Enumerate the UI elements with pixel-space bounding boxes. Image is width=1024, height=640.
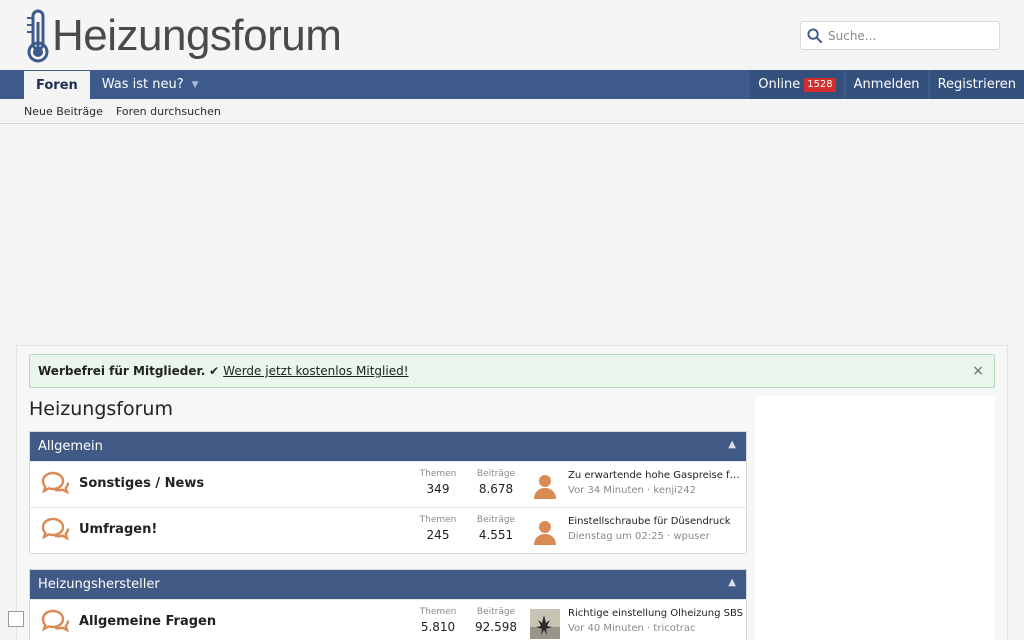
ad-space (0, 124, 1024, 344)
online-link[interactable]: Online 1528 (750, 70, 844, 99)
speech-bubbles-icon (41, 609, 70, 633)
category-block-heizungshersteller: Heizungshersteller ▲ Allgemeine Fragen T… (29, 569, 747, 640)
sub-nav: Neue Beiträge Foren durchsuchen (0, 99, 1024, 124)
broken-image-icon (8, 611, 24, 627)
tab-foren[interactable]: Foren (24, 71, 90, 99)
check-icon: ✔ (209, 364, 220, 378)
nav-account: Online 1528 Anmelden Registrieren (748, 70, 1024, 99)
online-label: Online (758, 77, 801, 92)
notice-signup-link[interactable]: Werde jetzt kostenlos Mitglied! (223, 364, 408, 378)
last-post-meta: Dienstag um 02:25 · wpuser (568, 531, 710, 542)
search-icon[interactable] (807, 28, 822, 43)
stat-posts-value: 92.598 (475, 620, 517, 634)
notice-bold-text: Werbefrei für Mitglieder. (38, 364, 206, 378)
user-avatar-photo[interactable] (530, 609, 560, 639)
subnav-new-posts[interactable]: Neue Beiträge (24, 105, 103, 118)
speech-bubbles-icon (41, 471, 70, 495)
register-label: Registrieren (937, 77, 1016, 92)
category-block-allgemein: Allgemein ▲ Sonstiges / News Themen 349 … (29, 431, 747, 554)
stat-posts-label: Beiträge (476, 469, 516, 479)
chevron-down-icon[interactable]: ▼ (192, 80, 199, 90)
stat-posts: Beiträge 4.551 (466, 515, 526, 542)
search-input[interactable] (828, 28, 988, 43)
chevron-up-icon[interactable]: ▲ (728, 439, 736, 450)
category-header[interactable]: Allgemein ▲ (30, 432, 746, 461)
thermometer-icon (27, 9, 49, 63)
subnav-search-forums[interactable]: Foren durchsuchen (116, 105, 221, 118)
online-count-badge: 1528 (804, 77, 836, 92)
stat-threads-value: 5.810 (420, 620, 456, 634)
forum-row: Allgemeine Fragen Themen 5.810 Beiträge … (30, 599, 746, 640)
chevron-up-icon[interactable]: ▲ (728, 577, 736, 588)
page-title: Heizungsforum (29, 398, 173, 420)
tab-was-ist-neu[interactable]: Was ist neu? ▼ (90, 70, 211, 99)
stat-posts-value: 8.678 (478, 482, 514, 496)
login-link[interactable]: Anmelden (845, 70, 928, 99)
site-header: Heizungsforum (0, 0, 1024, 70)
category-header[interactable]: Heizungshersteller ▲ (30, 570, 746, 599)
last-post-thread-link[interactable]: Zu erwartende hohe Gaspreise für... (568, 470, 744, 481)
stat-threads-label: Themen (419, 469, 457, 479)
site-logo[interactable]: Heizungsforum (25, 8, 342, 64)
stat-threads-value: 349 (426, 482, 450, 496)
sidebar-ad (755, 396, 995, 640)
stat-posts-label: Beiträge (476, 607, 516, 617)
main-nav: Foren Was ist neu? ▼ Online 1528 Anmelde… (0, 70, 1024, 99)
stat-threads: Themen 245 (408, 515, 468, 542)
membership-notice: Werbefrei für Mitglieder. ✔ Werde jetzt … (29, 354, 995, 388)
stat-threads: Themen 5.810 (408, 607, 468, 634)
user-avatar-icon[interactable] (530, 517, 560, 547)
stat-threads-label: Themen (419, 607, 457, 617)
category-title: Allgemein (38, 439, 103, 454)
category-title: Heizungshersteller (38, 577, 160, 592)
forum-title-link[interactable]: Sonstiges / News (79, 476, 204, 491)
register-link[interactable]: Registrieren (929, 70, 1024, 99)
last-post: Richtige einstellung Ölheizung SBS Vor 4… (568, 608, 744, 634)
stat-posts: Beiträge 92.598 (466, 607, 526, 634)
stat-posts-value: 4.551 (478, 528, 514, 542)
forum-row: Umfragen! Themen 245 Beiträge 4.551 Eins… (30, 507, 746, 553)
user-avatar-icon[interactable] (530, 471, 560, 501)
close-icon[interactable]: × (972, 363, 984, 379)
last-post-thread-link[interactable]: Richtige einstellung Ölheizung SBS (568, 608, 744, 619)
forum-title-link[interactable]: Allgemeine Fragen (79, 614, 216, 629)
last-post-thread-link[interactable]: Einstellschraube für Düsendruck (568, 516, 744, 527)
search-box[interactable] (800, 21, 1000, 50)
stat-threads-label: Themen (419, 515, 457, 525)
stat-posts-label: Beiträge (476, 515, 516, 525)
tab-was-ist-neu-label: Was ist neu? (101, 77, 184, 92)
forum-title-link[interactable]: Umfragen! (79, 522, 157, 537)
last-post: Zu erwartende hohe Gaspreise für... Vor … (568, 470, 744, 496)
last-post-meta: Vor 40 Minuten · tricotrac (568, 623, 696, 634)
last-post: Einstellschraube für Düsendruck Dienstag… (568, 516, 744, 542)
last-post-meta: Vor 34 Minuten · kenji242 (568, 485, 696, 496)
stat-threads-value: 245 (426, 528, 450, 542)
speech-bubbles-icon (41, 517, 70, 541)
main-content: Werbefrei für Mitglieder. ✔ Werde jetzt … (16, 345, 1008, 640)
stat-threads: Themen 349 (408, 469, 468, 496)
stat-posts: Beiträge 8.678 (466, 469, 526, 496)
login-label: Anmelden (853, 77, 920, 92)
logo-text: Heizungsforum (52, 11, 342, 60)
tab-foren-label: Foren (36, 77, 78, 93)
forum-row: Sonstiges / News Themen 349 Beiträge 8.6… (30, 461, 746, 507)
